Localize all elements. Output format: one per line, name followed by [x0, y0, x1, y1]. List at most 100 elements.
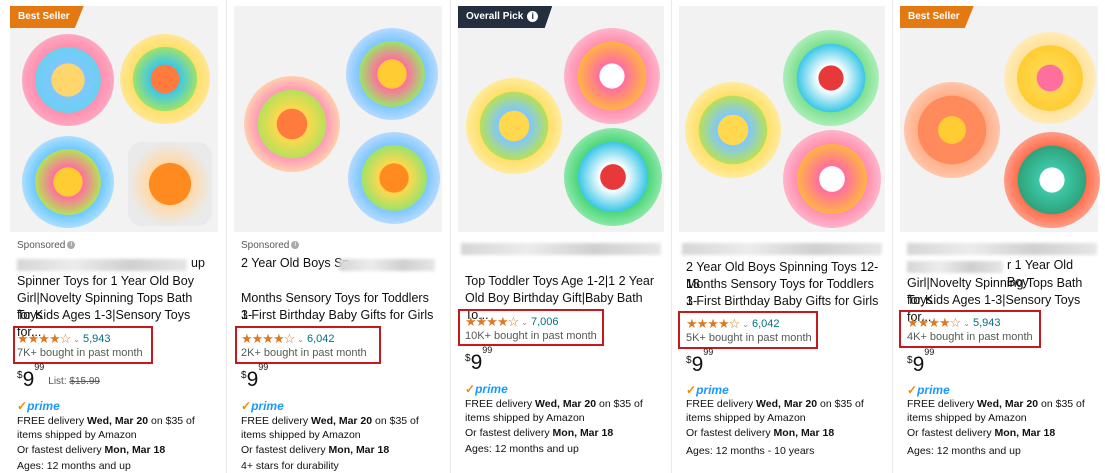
redacted-title-text	[339, 259, 435, 271]
spinner-toy-image	[783, 130, 881, 228]
delivery-info: FREE delivery Wed, Mar 20 on $35 of	[686, 398, 864, 410]
spinner-toy-image	[348, 132, 440, 224]
review-count[interactable]: 7,006	[531, 316, 559, 328]
redacted-title-text	[461, 243, 661, 255]
delivery-info: FREE delivery Wed, Mar 20 on $35 of	[241, 415, 419, 427]
product-image[interactable]: Best Seller	[10, 6, 218, 232]
star-rating[interactable]: ★★★★☆ ⌄ 6,042	[241, 331, 335, 347]
star-rating-icon: ★★★★☆	[686, 316, 740, 331]
fastest-delivery: Or fastest delivery Mon, Mar 18	[465, 427, 614, 439]
product-image[interactable]: Overall Pick i	[458, 6, 664, 232]
product-title-line[interactable]: 3 First Birthday Baby Gifts for Girls	[241, 307, 439, 324]
delivery-info-line2: items shipped by Amazon	[686, 412, 806, 424]
prime-check-icon: ✓	[465, 382, 476, 396]
star-rating[interactable]: ★★★★☆ ⌄ 5,943	[17, 331, 111, 347]
product-card-4[interactable]: 2 Year Old Boys Spinning Toys 12-18 Mont…	[674, 3, 890, 473]
product-title-fragment[interactable]: up	[191, 255, 215, 272]
spinner-toy-image	[564, 28, 660, 124]
prime-check-icon: ✓	[686, 383, 697, 397]
bought-past-month: 7K+ bought in past month	[17, 347, 143, 359]
fastest-delivery: Or fastest delivery Mon, Mar 18	[17, 444, 166, 456]
divider	[892, 0, 893, 473]
star-rating-icon: ★★★★☆	[907, 315, 961, 330]
fastest-delivery: Or fastest delivery Mon, Mar 18	[907, 427, 1056, 439]
star-rating[interactable]: ★★★★☆ ⌄ 7,006	[465, 314, 559, 330]
price[interactable]: $999	[686, 347, 713, 377]
delivery-info: FREE delivery Wed, Mar 20 on $35 of	[465, 398, 643, 410]
fastest-delivery: Or fastest delivery Mon, Mar 18	[686, 427, 835, 439]
divider	[226, 0, 227, 473]
review-count[interactable]: 6,042	[307, 333, 335, 345]
price[interactable]: $999	[907, 347, 934, 377]
chevron-down-icon[interactable]: ⌄	[742, 320, 749, 329]
spinner-toy-image	[685, 82, 781, 178]
prime-check-icon: ✓	[17, 399, 28, 413]
product-title-line[interactable]: Top Toddler Toys Age 1-2|1 2 Year	[465, 273, 661, 290]
chevron-down-icon[interactable]: ⌄	[73, 335, 80, 344]
bought-past-month: 4K+ bought in past month	[907, 331, 1033, 343]
price[interactable]: $999List: $15.99	[17, 362, 100, 392]
best-seller-badge: Best Seller	[10, 6, 84, 28]
product-card-3[interactable]: Overall Pick i Top Toddler Toys Age 1-2|1…	[453, 3, 669, 473]
star-rating-icon: ★★★★☆	[241, 331, 295, 346]
redacted-title-text	[17, 259, 187, 271]
price[interactable]: $999	[465, 345, 492, 375]
redacted-title-text	[907, 243, 1097, 255]
spinner-toy-image	[783, 30, 879, 126]
review-count[interactable]: 5,943	[83, 333, 111, 345]
spinner-toy-image	[1004, 132, 1100, 228]
prime-badge: ✓prime	[465, 382, 508, 396]
search-results-grid: Best Seller Sponsored i up Spinner Toys f…	[0, 0, 1105, 473]
fastest-delivery: Or fastest delivery Mon, Mar 18	[241, 444, 390, 456]
overall-pick-badge: Overall Pick i	[458, 6, 553, 28]
chevron-down-icon[interactable]: ⌄	[963, 319, 970, 328]
product-image[interactable]	[234, 6, 442, 232]
divider	[671, 0, 672, 473]
best-seller-badge: Best Seller	[900, 6, 974, 28]
info-icon[interactable]: i	[67, 241, 76, 250]
review-count[interactable]: 5,943	[973, 317, 1001, 329]
prime-badge: ✓prime	[686, 383, 729, 397]
spinner-toy-image	[904, 82, 1000, 178]
bought-past-month: 5K+ bought in past month	[686, 332, 812, 344]
star-rating[interactable]: ★★★★☆ ⌄ 5,943	[907, 315, 1001, 331]
spinner-toy-image	[22, 136, 114, 228]
prime-badge: ✓prime	[907, 383, 950, 397]
spinner-toy-image	[244, 76, 340, 172]
durability-note: 4+ stars for durability	[241, 460, 339, 472]
review-count[interactable]: 6,042	[752, 318, 780, 330]
redacted-title-text	[682, 243, 882, 255]
list-price: List: $15.99	[48, 376, 100, 387]
chevron-down-icon[interactable]: ⌄	[297, 335, 304, 344]
bought-past-month: 2K+ bought in past month	[241, 347, 367, 359]
product-title-line[interactable]: Spinner Toys for 1 Year Old Boy	[17, 273, 215, 290]
prime-check-icon: ✓	[907, 383, 918, 397]
age-range: Ages: 12 months - 10 years	[686, 445, 815, 457]
product-image[interactable]	[679, 6, 885, 232]
product-card-5[interactable]: Best Seller r 1 Year Old Boy Girl|Novelt…	[895, 3, 1103, 473]
chevron-down-icon[interactable]: ⌄	[521, 318, 528, 327]
info-icon[interactable]: i	[527, 11, 539, 22]
star-rating[interactable]: ★★★★☆ ⌄ 6,042	[686, 316, 780, 332]
product-title-line[interactable]: 3 First Birthday Baby Gifts for Girls	[686, 293, 882, 310]
prime-check-icon: ✓	[241, 399, 252, 413]
suction-cup-image	[128, 142, 212, 226]
age-range: Ages: 12 months and up	[465, 443, 579, 455]
prime-badge: ✓prime	[17, 399, 60, 413]
product-image[interactable]: Best Seller	[900, 6, 1100, 232]
spinner-toy-image	[22, 34, 114, 126]
product-card-1[interactable]: Best Seller Sponsored i up Spinner Toys f…	[5, 3, 223, 473]
sponsored-label: Sponsored i	[17, 240, 76, 251]
bought-past-month: 10K+ bought in past month	[465, 330, 597, 342]
age-range: Ages: 12 months and up	[17, 460, 131, 472]
spinner-toy-image	[564, 128, 662, 226]
product-card-2[interactable]: Sponsored i 2 Year Old Boys Sp Months Sen…	[229, 3, 447, 473]
prime-badge: ✓prime	[241, 399, 284, 413]
star-rating-icon: ★★★★☆	[465, 314, 519, 329]
sponsored-label: Sponsored i	[241, 240, 300, 251]
info-icon[interactable]: i	[291, 241, 300, 250]
spinner-toy-image	[120, 34, 210, 124]
price[interactable]: $999	[241, 362, 268, 392]
delivery-info-line2: items shipped by Amazon	[241, 429, 361, 441]
redacted-title-text	[907, 261, 1003, 273]
